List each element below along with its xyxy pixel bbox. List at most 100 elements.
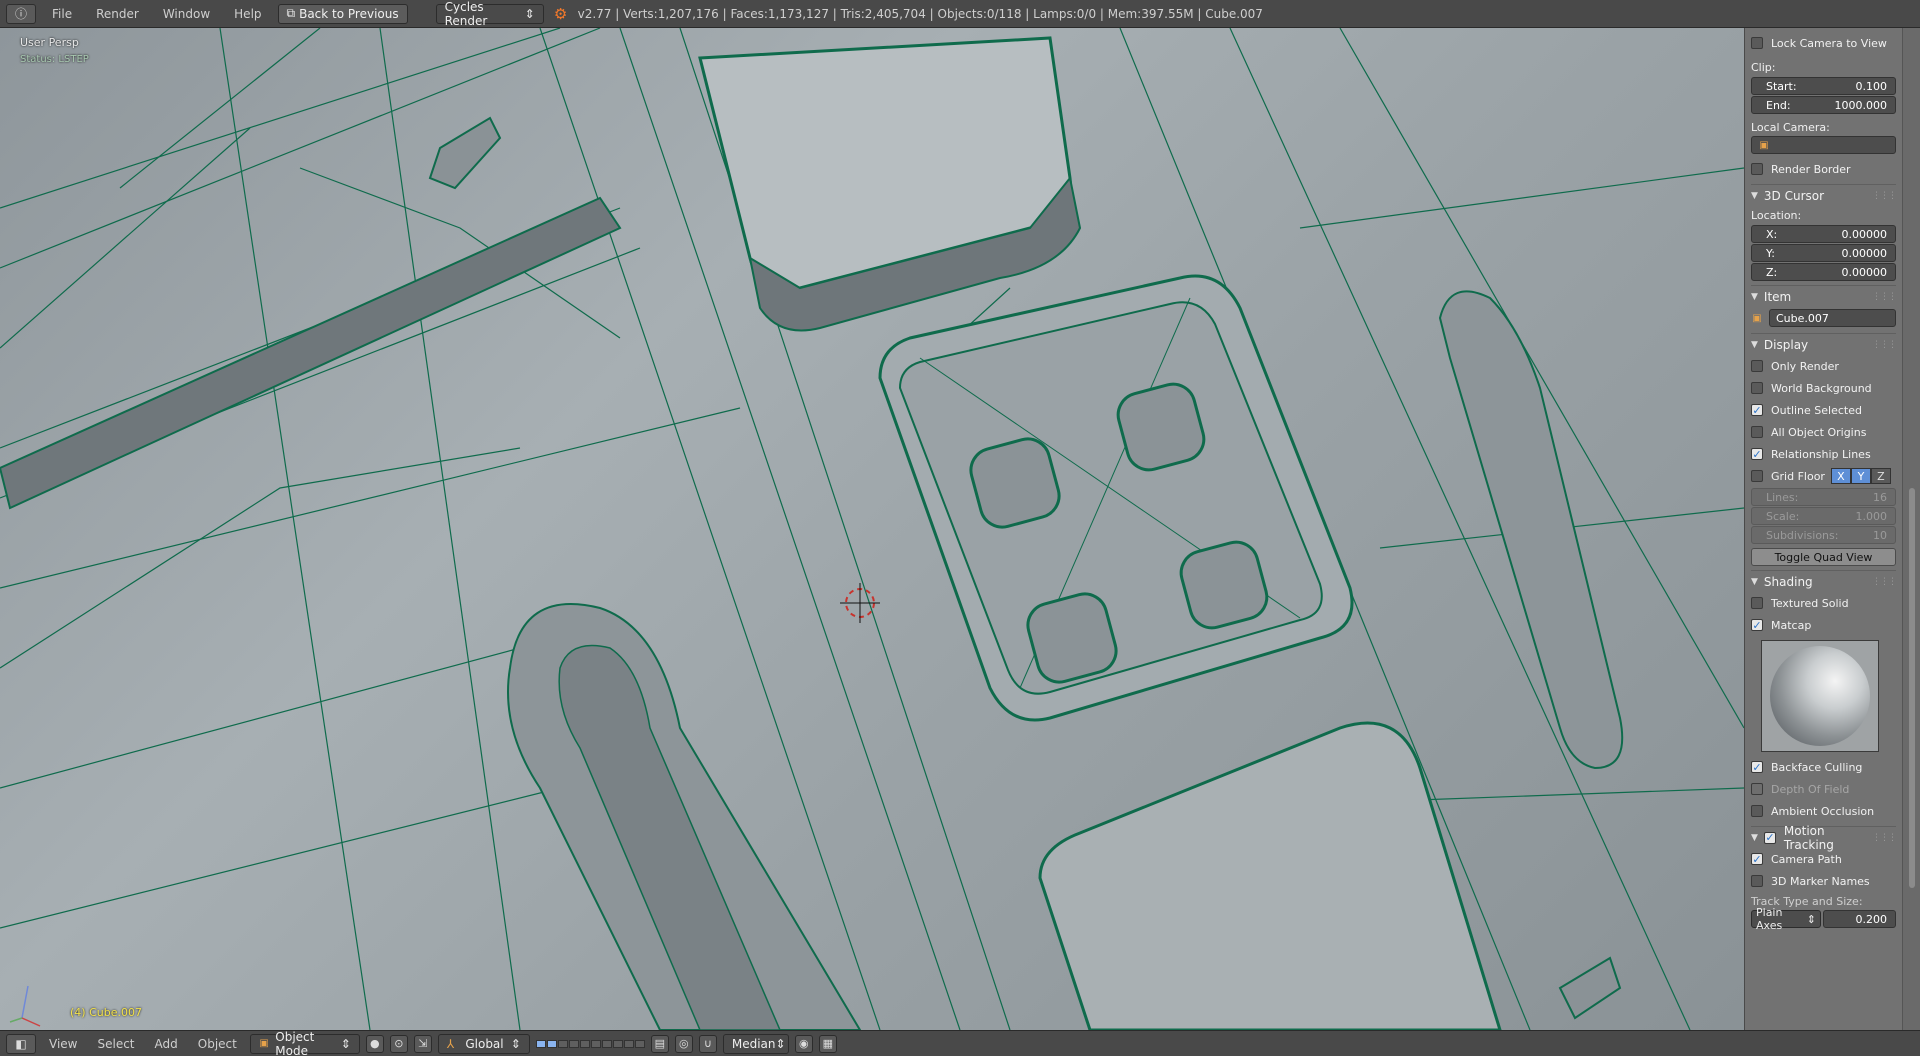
drag-grip-icon[interactable]: ⋮⋮⋮ bbox=[1872, 292, 1897, 302]
clip-start-field[interactable]: Start: 0.100 bbox=[1751, 77, 1896, 95]
relationship-lines-check[interactable] bbox=[1751, 448, 1763, 460]
textured-solid-check[interactable] bbox=[1751, 597, 1763, 609]
axis-y-toggle[interactable]: Y bbox=[1850, 468, 1871, 484]
proportional-edit-button[interactable]: ◎ bbox=[674, 1034, 693, 1053]
render-border-label: Render Border bbox=[1771, 162, 1851, 176]
axis-z-toggle[interactable]: Z bbox=[1870, 468, 1891, 484]
only-render-checkbox[interactable]: Only Render bbox=[1751, 355, 1896, 377]
local-camera-label: Local Camera: bbox=[1751, 120, 1830, 134]
item-name-field[interactable]: Cube.007 bbox=[1769, 309, 1896, 327]
drag-grip-icon[interactable]: ⋮⋮⋮ bbox=[1872, 340, 1897, 350]
track-size-field[interactable]: 0.200 bbox=[1823, 910, 1896, 928]
view3d-icon: ◧ bbox=[15, 1036, 27, 1051]
orientation-select[interactable]: ⅄ Global ⇕ bbox=[437, 1033, 530, 1054]
updown-icon: ⇕ bbox=[775, 1036, 786, 1051]
scene-layers[interactable] bbox=[535, 1039, 645, 1048]
matcap-checkbox[interactable]: Matcap bbox=[1751, 614, 1896, 636]
world-background-label: World Background bbox=[1771, 381, 1872, 395]
camera-path-check[interactable] bbox=[1751, 853, 1763, 865]
editor-type-button[interactable]: ⓘ bbox=[6, 3, 36, 24]
cursor-z-field[interactable]: Z: 0.00000 bbox=[1751, 263, 1896, 281]
scrollbar-thumb[interactable] bbox=[1909, 488, 1915, 888]
ambient-occlusion-check[interactable] bbox=[1751, 805, 1763, 817]
axis-x-toggle[interactable]: X bbox=[1830, 468, 1851, 484]
menu-file[interactable]: File bbox=[44, 7, 80, 21]
world-background-checkbox[interactable]: World Background bbox=[1751, 377, 1896, 399]
menu-help[interactable]: Help bbox=[226, 7, 269, 21]
menu-add[interactable]: Add bbox=[148, 1037, 185, 1051]
grid-lines-field[interactable]: Lines: 16 bbox=[1751, 488, 1896, 506]
cursor-x-field[interactable]: X: 0.00000 bbox=[1751, 225, 1896, 243]
drag-grip-icon[interactable]: ⋮⋮⋮ bbox=[1872, 833, 1897, 843]
relationship-lines-checkbox[interactable]: Relationship Lines bbox=[1751, 443, 1896, 465]
grid-floor-check[interactable] bbox=[1751, 470, 1763, 482]
render-engine-select[interactable]: Cycles Render ⇕ bbox=[435, 0, 544, 28]
all-object-origins-check[interactable] bbox=[1751, 426, 1763, 438]
clip-start-value: 0.100 bbox=[1855, 79, 1888, 93]
clip-end-field[interactable]: End: 1000.000 bbox=[1751, 96, 1896, 114]
depth-of-field-check[interactable] bbox=[1751, 783, 1763, 795]
outline-selected-check[interactable] bbox=[1751, 404, 1763, 416]
cursor-y-field[interactable]: Y: 0.00000 bbox=[1751, 244, 1896, 262]
textured-solid-checkbox[interactable]: Textured Solid bbox=[1751, 592, 1896, 614]
mode-select[interactable]: ▣ Object Mode ⇕ bbox=[249, 1030, 360, 1056]
menu-view[interactable]: View bbox=[42, 1037, 84, 1051]
local-camera-field[interactable]: ▣ bbox=[1751, 136, 1896, 154]
cursor-y-label: Y: bbox=[1766, 246, 1775, 260]
lock-layers-button[interactable]: ▤ bbox=[650, 1034, 669, 1053]
matcap-preview[interactable] bbox=[1761, 640, 1879, 752]
panel-scrollbar[interactable] bbox=[1902, 28, 1920, 1030]
display-section-header[interactable]: ▼ Display ⋮⋮⋮ bbox=[1751, 333, 1897, 355]
menu-window[interactable]: Window bbox=[155, 7, 218, 21]
track-type-select[interactable]: Plain Axes ⇕ bbox=[1751, 906, 1821, 932]
motion-tracking-section-header[interactable]: ▼ Motion Tracking ⋮⋮⋮ bbox=[1751, 824, 1897, 852]
proportional-icon: ◎ bbox=[679, 1037, 689, 1050]
item-name-value: Cube.007 bbox=[1776, 311, 1829, 325]
editor-type-button[interactable]: ◧ bbox=[6, 1033, 36, 1054]
menu-render[interactable]: Render bbox=[88, 7, 147, 21]
updown-icon: ⇕ bbox=[510, 1036, 521, 1051]
backface-culling-check[interactable] bbox=[1751, 761, 1763, 773]
lock-camera-check[interactable] bbox=[1751, 37, 1763, 49]
item-section-header[interactable]: ▼ Item ⋮⋮⋮ bbox=[1751, 285, 1897, 307]
drag-grip-icon[interactable]: ⋮⋮⋮ bbox=[1872, 577, 1897, 587]
only-render-check[interactable] bbox=[1751, 360, 1763, 372]
depth-of-field-label: Depth Of Field bbox=[1771, 782, 1850, 796]
outline-selected-checkbox[interactable]: Outline Selected bbox=[1751, 399, 1896, 421]
marker-names-checkbox[interactable]: 3D Marker Names bbox=[1751, 870, 1896, 892]
render-border-checkbox[interactable]: Render Border bbox=[1751, 158, 1896, 180]
grid-subdivisions-field[interactable]: Subdivisions: 10 bbox=[1751, 526, 1896, 544]
render-engine-value: Cycles Render bbox=[444, 0, 488, 28]
drag-grip-icon[interactable]: ⋮⋮⋮ bbox=[1872, 191, 1897, 201]
all-object-origins-checkbox[interactable]: All Object Origins bbox=[1751, 421, 1896, 443]
menu-object[interactable]: Object bbox=[191, 1037, 244, 1051]
snap-toggle-button[interactable]: ∪ bbox=[698, 1034, 717, 1053]
backface-culling-checkbox[interactable]: Backface Culling bbox=[1751, 756, 1896, 778]
render-animation-button[interactable]: ▦ bbox=[818, 1034, 837, 1053]
3d-viewport[interactable]: User Persp Status: LSTEP (4) Cube.007 bbox=[0, 28, 1744, 1030]
pivot-point-button[interactable]: ⊙ bbox=[389, 1034, 408, 1053]
manipulator-button[interactable]: ⇲ bbox=[413, 1034, 432, 1053]
grid-floor-checkbox[interactable]: Grid Floor X Y Z bbox=[1751, 465, 1896, 487]
toggle-quad-view-button[interactable]: Toggle Quad View bbox=[1751, 548, 1896, 566]
lock-camera-checkbox[interactable]: Lock Camera to View bbox=[1751, 32, 1896, 54]
render-opengl-button[interactable]: ◉ bbox=[794, 1034, 813, 1053]
viewport-shading-button[interactable]: ● bbox=[365, 1034, 384, 1053]
cursor-section-header[interactable]: ▼ 3D Cursor ⋮⋮⋮ bbox=[1751, 184, 1897, 206]
depth-of-field-checkbox[interactable]: Depth Of Field bbox=[1751, 778, 1896, 800]
snap-target-select[interactable]: Median ⇕ bbox=[722, 1033, 789, 1054]
info-icon: ⓘ bbox=[14, 7, 27, 21]
ambient-occlusion-checkbox[interactable]: Ambient Occlusion bbox=[1751, 800, 1896, 822]
matcap-check[interactable] bbox=[1751, 619, 1763, 631]
viewport-header: ◧ View Select Add Object ▣ Object Mode ⇕… bbox=[0, 1030, 1920, 1056]
menu-select[interactable]: Select bbox=[90, 1037, 141, 1051]
motion-tracking-check[interactable] bbox=[1763, 831, 1776, 844]
render-border-check[interactable] bbox=[1751, 163, 1763, 175]
back-to-previous-button[interactable]: ⧉ Back to Previous bbox=[277, 3, 408, 24]
cursor-x-label: X: bbox=[1766, 227, 1778, 241]
grid-scale-field[interactable]: Scale: 1.000 bbox=[1751, 507, 1896, 525]
marker-names-check[interactable] bbox=[1751, 875, 1763, 887]
shading-section-header[interactable]: ▼ Shading ⋮⋮⋮ bbox=[1751, 570, 1897, 592]
expand-triangle-icon: ▼ bbox=[1751, 339, 1758, 350]
world-background-check[interactable] bbox=[1751, 382, 1763, 394]
